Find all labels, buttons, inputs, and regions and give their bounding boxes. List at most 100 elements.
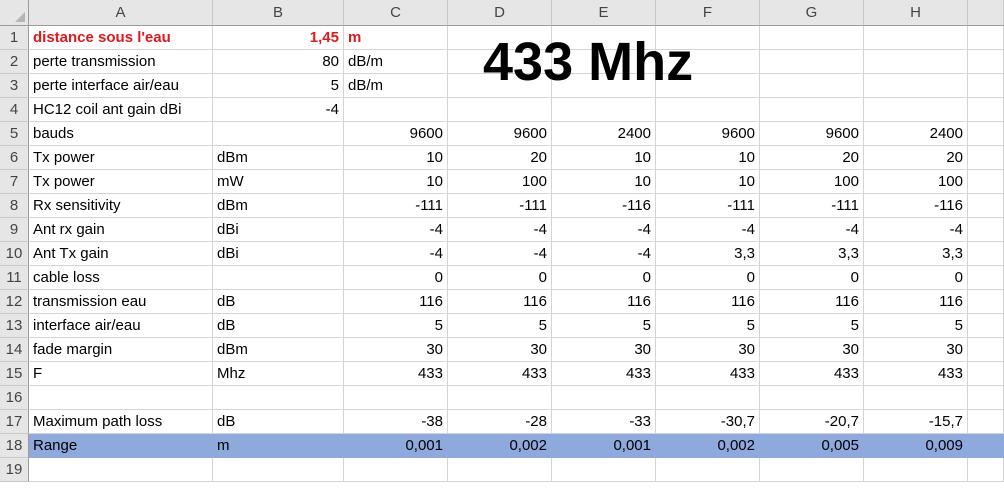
cell-h6[interactable]: 20 xyxy=(864,146,968,170)
cell-a19[interactable] xyxy=(29,458,213,482)
row-header-10[interactable]: 10 xyxy=(0,242,29,266)
cell-h12[interactable]: 116 xyxy=(864,290,968,314)
cell-f16[interactable] xyxy=(656,386,760,410)
cell-e14[interactable]: 30 xyxy=(552,338,656,362)
row-header-7[interactable]: 7 xyxy=(0,170,29,194)
cell-c1[interactable]: m xyxy=(344,26,448,50)
cell-b4[interactable]: -4 xyxy=(213,98,344,122)
cell-i13[interactable] xyxy=(968,314,1004,338)
cell-i16[interactable] xyxy=(968,386,1004,410)
cell-h3[interactable] xyxy=(864,74,968,98)
cell-d14[interactable]: 30 xyxy=(448,338,552,362)
cell-g4[interactable] xyxy=(760,98,864,122)
cell-c8[interactable]: -111 xyxy=(344,194,448,218)
cell-g5[interactable]: 9600 xyxy=(760,122,864,146)
cell-g11[interactable]: 0 xyxy=(760,266,864,290)
row-header-15[interactable]: 15 xyxy=(0,362,29,386)
column-header-h[interactable]: H xyxy=(864,0,968,26)
cell-b15[interactable]: Mhz xyxy=(213,362,344,386)
cell-e10[interactable]: -4 xyxy=(552,242,656,266)
cell-f13[interactable]: 5 xyxy=(656,314,760,338)
cell-h13[interactable]: 5 xyxy=(864,314,968,338)
cell-h9[interactable]: -4 xyxy=(864,218,968,242)
cell-a6[interactable]: Tx power xyxy=(29,146,213,170)
cell-f17[interactable]: -30,7 xyxy=(656,410,760,434)
cell-f18[interactable]: 0,002 xyxy=(656,434,760,458)
cell-i17[interactable] xyxy=(968,410,1004,434)
cell-b17[interactable]: dB xyxy=(213,410,344,434)
cell-a5[interactable]: bauds xyxy=(29,122,213,146)
cell-b6[interactable]: dBm xyxy=(213,146,344,170)
cell-i4[interactable] xyxy=(968,98,1004,122)
cell-i7[interactable] xyxy=(968,170,1004,194)
cell-b13[interactable]: dB xyxy=(213,314,344,338)
cell-h18[interactable]: 0,009 xyxy=(864,434,968,458)
cell-a2[interactable]: perte transmission xyxy=(29,50,213,74)
cell-i5[interactable] xyxy=(968,122,1004,146)
cell-d12[interactable]: 116 xyxy=(448,290,552,314)
cell-f5[interactable]: 9600 xyxy=(656,122,760,146)
cell-d10[interactable]: -4 xyxy=(448,242,552,266)
cell-b8[interactable]: dBm xyxy=(213,194,344,218)
cell-h7[interactable]: 100 xyxy=(864,170,968,194)
cell-h2[interactable] xyxy=(864,50,968,74)
cell-i12[interactable] xyxy=(968,290,1004,314)
cell-c3[interactable]: dB/m xyxy=(344,74,448,98)
cell-a10[interactable]: Ant Tx gain xyxy=(29,242,213,266)
cell-i8[interactable] xyxy=(968,194,1004,218)
cell-a12[interactable]: transmission eau xyxy=(29,290,213,314)
cell-d15[interactable]: 433 xyxy=(448,362,552,386)
cell-c15[interactable]: 433 xyxy=(344,362,448,386)
cell-a1[interactable]: distance sous l'eau xyxy=(29,26,213,50)
row-header-18[interactable]: 18 xyxy=(0,434,29,458)
cell-d19[interactable] xyxy=(448,458,552,482)
cell-i9[interactable] xyxy=(968,218,1004,242)
column-header-d[interactable]: D xyxy=(448,0,552,26)
cell-d4[interactable] xyxy=(448,98,552,122)
select-all-corner[interactable] xyxy=(0,0,29,26)
cell-c5[interactable]: 9600 xyxy=(344,122,448,146)
cell-i1[interactable] xyxy=(968,26,1004,50)
cell-c17[interactable]: -38 xyxy=(344,410,448,434)
row-header-19[interactable]: 19 xyxy=(0,458,29,482)
cell-b16[interactable] xyxy=(213,386,344,410)
cell-h16[interactable] xyxy=(864,386,968,410)
cell-d16[interactable] xyxy=(448,386,552,410)
column-header-g[interactable]: G xyxy=(760,0,864,26)
cell-g19[interactable] xyxy=(760,458,864,482)
cell-b12[interactable]: dB xyxy=(213,290,344,314)
cell-b18[interactable]: m xyxy=(213,434,344,458)
cell-f8[interactable]: -111 xyxy=(656,194,760,218)
cell-a17[interactable]: Maximum path loss xyxy=(29,410,213,434)
cell-g2[interactable] xyxy=(760,50,864,74)
cell-h8[interactable]: -116 xyxy=(864,194,968,218)
cell-h14[interactable]: 30 xyxy=(864,338,968,362)
column-header-next[interactable] xyxy=(968,0,1004,26)
cell-f9[interactable]: -4 xyxy=(656,218,760,242)
cell-i18[interactable] xyxy=(968,434,1004,458)
cell-g9[interactable]: -4 xyxy=(760,218,864,242)
cell-e18[interactable]: 0,001 xyxy=(552,434,656,458)
cell-a11[interactable]: cable loss xyxy=(29,266,213,290)
cell-e4[interactable] xyxy=(552,98,656,122)
cell-a16[interactable] xyxy=(29,386,213,410)
cell-d7[interactable]: 100 xyxy=(448,170,552,194)
cell-a15[interactable]: F xyxy=(29,362,213,386)
cell-g7[interactable]: 100 xyxy=(760,170,864,194)
cell-b7[interactable]: mW xyxy=(213,170,344,194)
cell-g12[interactable]: 116 xyxy=(760,290,864,314)
cell-h19[interactable] xyxy=(864,458,968,482)
column-header-b[interactable]: B xyxy=(213,0,344,26)
cell-e19[interactable] xyxy=(552,458,656,482)
cell-c2[interactable]: dB/m xyxy=(344,50,448,74)
row-header-6[interactable]: 6 xyxy=(0,146,29,170)
cell-g6[interactable]: 20 xyxy=(760,146,864,170)
cell-h11[interactable]: 0 xyxy=(864,266,968,290)
cell-d8[interactable]: -111 xyxy=(448,194,552,218)
cell-f4[interactable] xyxy=(656,98,760,122)
cell-f10[interactable]: 3,3 xyxy=(656,242,760,266)
cell-g13[interactable]: 5 xyxy=(760,314,864,338)
cell-b10[interactable]: dBi xyxy=(213,242,344,266)
row-header-14[interactable]: 14 xyxy=(0,338,29,362)
cell-c4[interactable] xyxy=(344,98,448,122)
